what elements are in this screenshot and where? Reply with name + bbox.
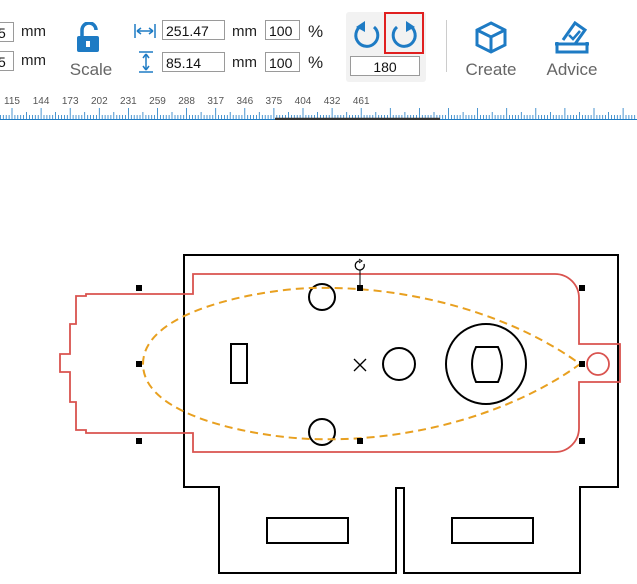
- ruler-label: 375: [265, 96, 283, 107]
- ruler-label: 202: [90, 96, 108, 107]
- advice-label: Advice: [546, 60, 598, 79]
- box-icon: [475, 21, 507, 54]
- scale-label: Scale: [69, 60, 113, 79]
- rotate-handle-icon[interactable]: [354, 258, 365, 271]
- ruler-label: 259: [149, 96, 166, 107]
- height-unit: mm: [232, 54, 257, 71]
- rotate-cw-icon: [391, 21, 417, 48]
- ruler-label: 404: [294, 96, 312, 107]
- design-canvas[interactable]: [0, 122, 637, 579]
- circle-bottom[interactable]: [308, 418, 336, 446]
- ruler-label: 115: [4, 96, 20, 107]
- width-percent-sign: %: [308, 22, 324, 41]
- ruler-label: 288: [178, 96, 195, 107]
- advice-button[interactable]: Advice: [538, 18, 606, 82]
- width-unit: mm: [232, 23, 257, 40]
- rotate-ccw-icon: [354, 21, 380, 48]
- horizontal-ruler: 115 144 173 202 231 259 288 317 346 375 404 432 461: [0, 92, 637, 120]
- size-field-2[interactable]: 5: [0, 51, 14, 71]
- create-label: Create: [465, 60, 517, 79]
- height-percent-input[interactable]: 100: [265, 52, 300, 72]
- ruler-label: 461: [352, 96, 370, 107]
- circle-middle[interactable]: [382, 347, 416, 381]
- ruler-label: 346: [236, 96, 254, 107]
- slot-left[interactable]: [266, 517, 349, 544]
- rotation-input[interactable]: 180: [350, 56, 420, 76]
- ruler-label: 173: [61, 96, 79, 107]
- width-percent-input[interactable]: 100: [265, 20, 300, 40]
- height-arrows-icon: [139, 51, 153, 73]
- height-input[interactable]: 85.14: [162, 52, 225, 72]
- slot-right[interactable]: [451, 517, 534, 544]
- d-shape-hole[interactable]: [471, 346, 503, 383]
- small-rect-slot[interactable]: [230, 343, 248, 384]
- center-cross-icon: [353, 358, 367, 372]
- rotation-group: 180: [346, 12, 426, 82]
- ruler-label: 231: [120, 96, 137, 107]
- size-unit-1: mm: [21, 23, 46, 40]
- size-field-1[interactable]: 5: [0, 22, 14, 42]
- scale-button[interactable]: Scale: [60, 20, 122, 82]
- canvas-drawing: [59, 254, 621, 574]
- engrave-hole[interactable]: [586, 352, 610, 376]
- width-arrows-icon: [134, 24, 156, 38]
- height-percent-sign: %: [308, 53, 324, 72]
- unlock-icon: [77, 22, 99, 52]
- cut-outline-shape[interactable]: [183, 254, 619, 574]
- toolbar: 5 mm 5 mm Scale 251.47 mm 100 % 85.14 mm…: [0, 0, 637, 86]
- ruler-label: 317: [207, 96, 225, 107]
- circle-large[interactable]: [445, 323, 527, 405]
- rotate-right-button[interactable]: [384, 12, 424, 54]
- rotate-left-button[interactable]: [350, 15, 384, 53]
- toolbar-divider: [446, 20, 447, 72]
- ballot-icon: [555, 20, 589, 54]
- size-unit-2: mm: [21, 52, 46, 69]
- create-button[interactable]: Create: [458, 18, 524, 82]
- ruler-label: 144: [32, 96, 50, 107]
- width-input[interactable]: 251.47: [162, 20, 225, 40]
- ruler-label: 432: [323, 96, 341, 107]
